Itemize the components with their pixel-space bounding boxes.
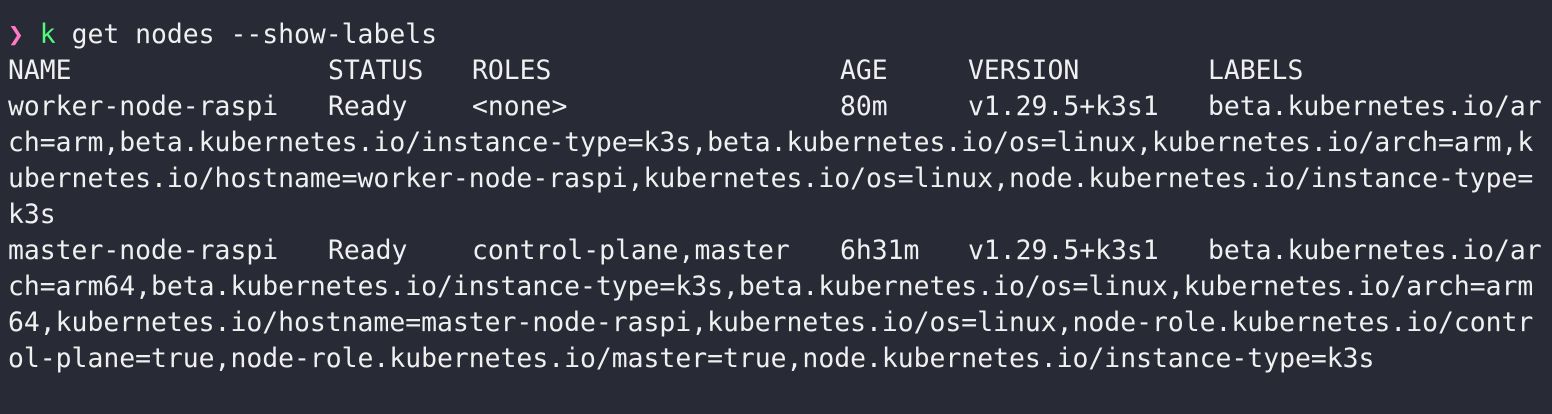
node-labels: beta.kubernetes.io/ar xyxy=(1208,91,1542,122)
node-status: Ready xyxy=(328,235,408,266)
command-line: ❯ k get nodes --show-labels xyxy=(8,17,1552,53)
node-age: 80m xyxy=(840,91,888,122)
labels-continuation: 64,kubernetes.io/hostname=master-node-ra… xyxy=(8,307,1534,338)
labels-continuation: ch=arm,beta.kubernetes.io/instance-type=… xyxy=(8,127,1534,158)
node-name: worker-node-raspi xyxy=(8,91,279,122)
node-name: master-node-raspi xyxy=(8,235,279,266)
labels-continuation: ubernetes.io/hostname=worker-node-raspi,… xyxy=(8,163,1534,194)
node-status: Ready xyxy=(328,91,408,122)
table-row: master-node-raspi Ready control-plane,ma… xyxy=(8,233,1552,269)
header-age: AGE xyxy=(840,55,888,86)
node-version: v1.29.5+k3s1 xyxy=(968,91,1159,122)
header-version: VERSION xyxy=(968,55,1080,86)
labels-continuation: ol-plane=true,node-role.kubernetes.io/ma… xyxy=(8,343,1375,374)
labels-continuation: k3s xyxy=(8,199,56,230)
header-status: STATUS xyxy=(328,55,424,86)
node-roles: control-plane,master xyxy=(472,235,790,266)
node-age: 6h31m xyxy=(840,235,920,266)
prompt-arrow-icon: ❯ xyxy=(8,19,24,50)
table-header-row: NAME STATUS ROLES AGE VERSION LABELS xyxy=(8,53,1552,89)
labels-continuation: ch=arm64,beta.kubernetes.io/instance-typ… xyxy=(8,271,1534,302)
node-roles: <none> xyxy=(472,91,568,122)
command-name: k xyxy=(39,19,56,50)
header-roles: ROLES xyxy=(472,55,552,86)
header-labels: LABELS xyxy=(1208,55,1304,86)
terminal-window[interactable]: ❯ k get nodes --show-labels NAME STATUS … xyxy=(0,0,1552,414)
command-args: get nodes --show-labels xyxy=(71,19,437,50)
table-row: worker-node-raspi Ready <none> 80m v1.29… xyxy=(8,89,1552,125)
node-version: v1.29.5+k3s1 xyxy=(968,235,1159,266)
header-name: NAME xyxy=(8,55,72,86)
node-labels: beta.kubernetes.io/ar xyxy=(1208,235,1542,266)
